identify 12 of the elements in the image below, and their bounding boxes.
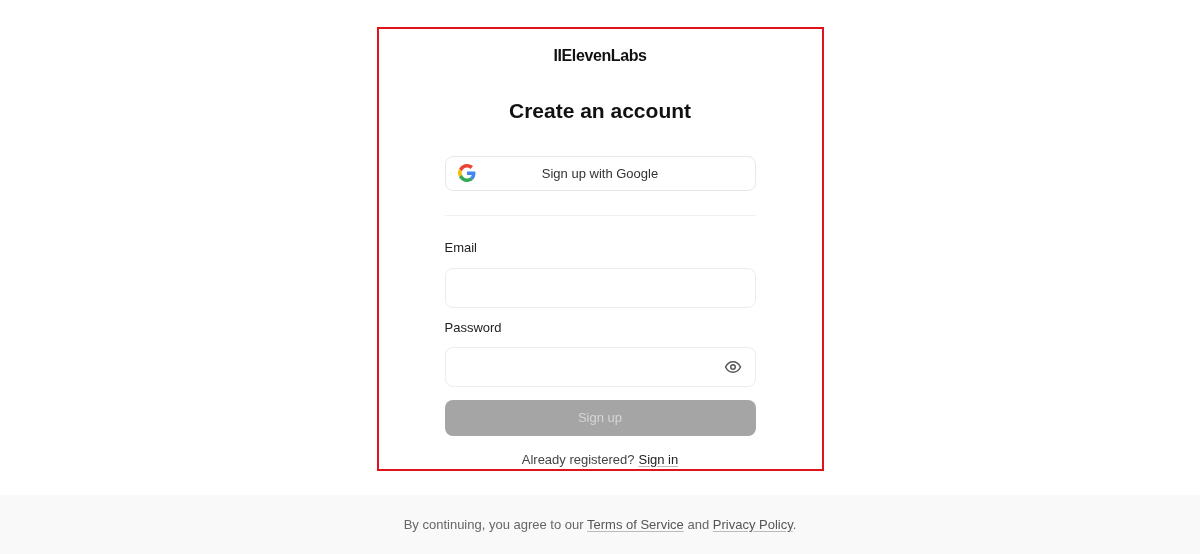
terms-notice: By continuing, you agree to our Terms of Service and Privacy Policy. (403, 515, 797, 534)
logo: IIElevenLabs (553, 46, 647, 66)
page-title: Create an account (508, 98, 692, 124)
google-icon (457, 164, 476, 183)
privacy-link[interactable]: Privacy Policy (712, 516, 793, 532)
field-label: Password (444, 318, 503, 337)
signin-link[interactable]: Sign in (638, 449, 679, 469)
signin-prompt: Already registered? (521, 450, 635, 469)
field-label: Email (444, 239, 478, 258)
terms-link[interactable]: Terms of Service (587, 516, 684, 532)
password-field[interactable] (444, 347, 756, 388)
google-signup-button[interactable]: Sign up with Google (444, 155, 756, 192)
